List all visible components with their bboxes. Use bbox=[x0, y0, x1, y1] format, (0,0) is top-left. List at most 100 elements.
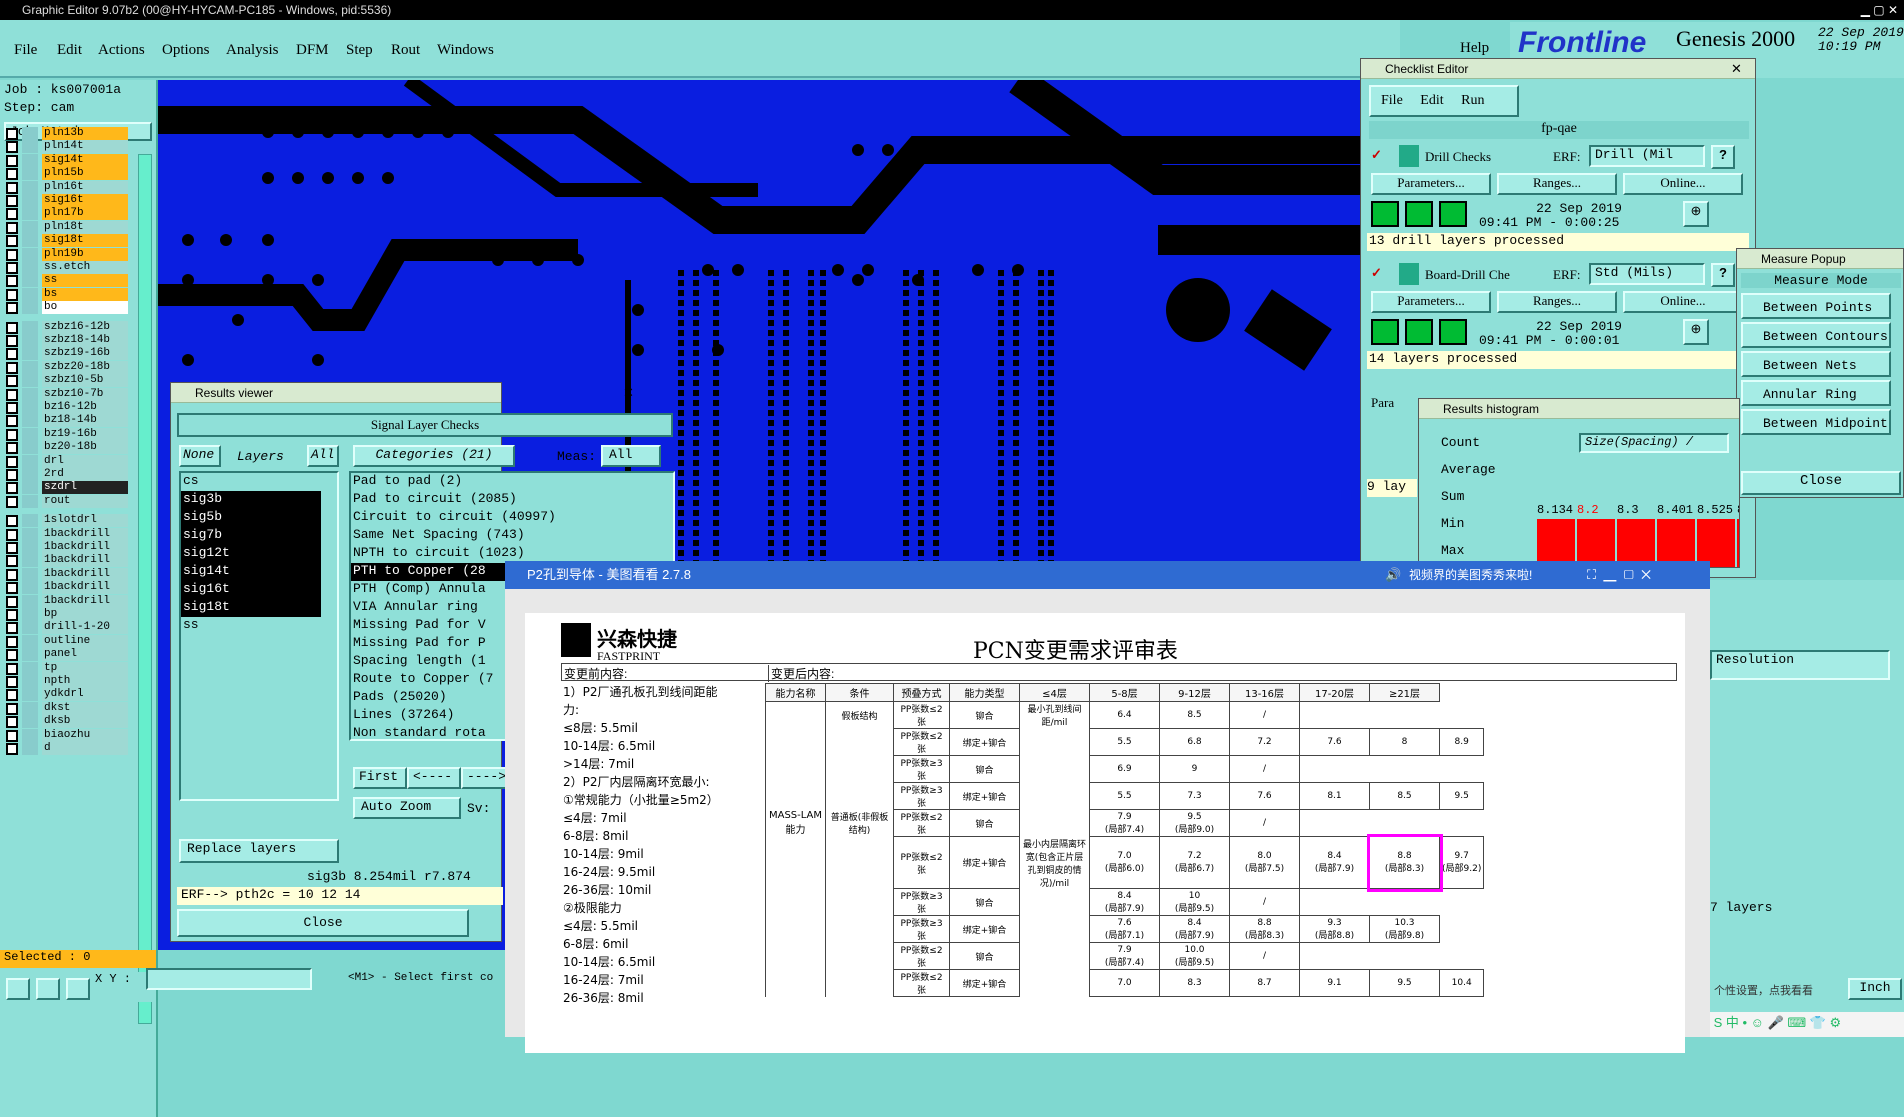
layer-checkbox[interactable] bbox=[6, 455, 18, 468]
layer-row[interactable]: biaozhu bbox=[6, 728, 128, 742]
layer-row[interactable]: szbz18-14b bbox=[6, 334, 128, 347]
result-layer-item[interactable]: ss bbox=[181, 617, 321, 635]
layer-row[interactable]: 1backdrill bbox=[6, 581, 128, 595]
layer-row[interactable]: sig16t bbox=[6, 194, 128, 207]
histogram-option[interactable]: Count bbox=[1441, 435, 1480, 450]
categories-button[interactable]: Categories (21) bbox=[353, 445, 515, 467]
histogram-option[interactable]: Sum bbox=[1441, 489, 1464, 504]
menu-windows[interactable]: Windows bbox=[437, 42, 494, 59]
menu-actions[interactable]: Actions bbox=[98, 42, 145, 59]
layer-checkbox[interactable] bbox=[6, 428, 18, 441]
layer-checkbox[interactable] bbox=[6, 361, 18, 374]
layer-row[interactable]: pln13b bbox=[6, 127, 128, 140]
histogram-option[interactable]: Max bbox=[1441, 543, 1464, 558]
layer-checkbox[interactable] bbox=[6, 649, 18, 662]
layer-row[interactable]: szbz16-12b bbox=[6, 320, 128, 334]
measure-mode-option[interactable]: Between Midpoint bbox=[1741, 409, 1891, 435]
layer-checkbox[interactable] bbox=[6, 128, 18, 140]
result-layer-item[interactable]: sig7b bbox=[181, 527, 321, 545]
layer-checkbox[interactable] bbox=[6, 482, 18, 495]
layer-checkbox[interactable] bbox=[6, 415, 18, 428]
measure-mode-option[interactable]: Between Contours bbox=[1741, 322, 1891, 348]
layer-checkbox[interactable] bbox=[6, 495, 18, 508]
menu-help[interactable]: Help bbox=[1460, 40, 1489, 57]
layer-row[interactable]: ss.etch bbox=[6, 261, 128, 274]
result-layer-item[interactable]: sig18t bbox=[181, 599, 321, 617]
layer-row[interactable]: outline bbox=[6, 634, 128, 648]
check-name[interactable]: Drill Checks bbox=[1425, 149, 1491, 165]
layer-row[interactable]: drl bbox=[6, 454, 128, 468]
measure-mode-option[interactable]: Between Points bbox=[1741, 293, 1891, 319]
layer-checkbox[interactable] bbox=[6, 402, 18, 414]
layer-checkbox[interactable] bbox=[6, 288, 18, 301]
run-action-icon[interactable] bbox=[1405, 201, 1433, 227]
layer-checkbox[interactable] bbox=[6, 262, 18, 274]
layer-row[interactable]: rout bbox=[6, 494, 128, 508]
layer-checkbox[interactable] bbox=[6, 716, 18, 729]
layer-checkbox[interactable] bbox=[6, 595, 18, 608]
layer-row[interactable]: npth bbox=[6, 675, 128, 688]
layer-row[interactable]: bp bbox=[6, 608, 128, 621]
layer-checkbox[interactable] bbox=[6, 154, 18, 167]
layer-checkbox[interactable] bbox=[6, 348, 18, 361]
layer-row[interactable]: ydkdrl bbox=[6, 688, 128, 702]
run-action-icon[interactable] bbox=[1439, 319, 1467, 345]
measure-mode-option[interactable]: Between Nets bbox=[1741, 351, 1891, 377]
parameters-button[interactable]: Parameters... bbox=[1371, 173, 1491, 195]
layer-result-list[interactable]: cs sig3b sig5b sig7b sig12t sig14t sig16t sig18… bbox=[179, 471, 339, 801]
layer-row[interactable]: pln15b bbox=[6, 167, 128, 181]
layer-checkbox[interactable] bbox=[6, 582, 18, 595]
layer-row[interactable]: 1backdrill bbox=[6, 554, 128, 568]
layer-row[interactable]: 1backdrill bbox=[6, 567, 128, 581]
layer-row[interactable]: sig18t bbox=[6, 234, 128, 248]
result-layer-item[interactable]: sig3b bbox=[181, 491, 321, 509]
measure-close-button[interactable]: Close bbox=[1741, 471, 1901, 495]
menu-edit[interactable]: Edit bbox=[57, 42, 82, 59]
layer-checkbox[interactable] bbox=[6, 181, 18, 194]
layer-checkbox[interactable] bbox=[6, 141, 18, 154]
layer-checkbox[interactable] bbox=[6, 248, 18, 261]
layer-checkbox[interactable] bbox=[6, 635, 18, 648]
result-layer-item[interactable]: cs bbox=[181, 473, 321, 491]
category-item[interactable]: Pad to pad (2) bbox=[351, 473, 673, 491]
window-controls[interactable]: ⛶ ▁ ▢ ✕ bbox=[1587, 561, 1651, 589]
layer-row[interactable]: pln16t bbox=[6, 180, 128, 194]
run-action-icon[interactable] bbox=[1439, 201, 1467, 227]
check-enabled-icon[interactable]: ✓ bbox=[1371, 265, 1382, 281]
layer-checkbox[interactable] bbox=[6, 528, 18, 541]
size-spacing-select[interactable]: Size(Spacing) / bbox=[1579, 433, 1729, 453]
layer-checkbox[interactable] bbox=[6, 388, 18, 401]
layer-row[interactable]: szbz10-7b bbox=[6, 387, 128, 401]
layer-row[interactable]: pln18t bbox=[6, 220, 128, 234]
result-layer-item[interactable]: sig16t bbox=[181, 581, 321, 599]
result-layer-item[interactable]: sig12t bbox=[181, 545, 321, 563]
layer-row[interactable]: pln19b bbox=[6, 247, 128, 261]
tool-grid-icon[interactable] bbox=[66, 978, 90, 1000]
layer-row[interactable]: 2rd bbox=[6, 468, 128, 481]
ranges-button[interactable]: Ranges... bbox=[1497, 291, 1617, 313]
prev-button[interactable]: <---- bbox=[407, 767, 461, 789]
zoom-icon[interactable]: ⊕ bbox=[1683, 319, 1709, 345]
run-action-icon[interactable] bbox=[1405, 319, 1433, 345]
layer-checkbox[interactable] bbox=[6, 469, 18, 481]
layer-checkbox[interactable] bbox=[6, 729, 18, 742]
menu-dfm[interactable]: DFM bbox=[296, 42, 329, 59]
layer-checkbox[interactable] bbox=[6, 568, 18, 581]
layer-row[interactable]: dkst bbox=[6, 701, 128, 715]
layer-row[interactable]: sig14t bbox=[6, 153, 128, 167]
run-action-icon[interactable] bbox=[1371, 201, 1399, 227]
replace-layers-button[interactable]: Replace layers bbox=[179, 839, 339, 863]
layer-checkbox[interactable] bbox=[6, 335, 18, 347]
layer-row[interactable]: panel bbox=[6, 648, 128, 662]
layer-row[interactable]: bo bbox=[6, 301, 128, 315]
all-button[interactable]: All bbox=[307, 445, 339, 467]
layer-row[interactable]: bz16-12b bbox=[6, 401, 128, 414]
check-enabled-icon[interactable]: ✓ bbox=[1371, 147, 1382, 163]
result-layer-item[interactable]: sig5b bbox=[181, 509, 321, 527]
video-promo[interactable]: 视频界的美图秀秀来啦! bbox=[1409, 561, 1532, 589]
cl-menu-edit[interactable]: Edit bbox=[1420, 93, 1443, 108]
layer-row[interactable]: szbz20-18b bbox=[6, 360, 128, 374]
layer-row[interactable]: 1backdrill bbox=[6, 527, 128, 541]
close-button[interactable]: Close bbox=[177, 909, 469, 937]
layer-checkbox[interactable] bbox=[6, 275, 18, 288]
